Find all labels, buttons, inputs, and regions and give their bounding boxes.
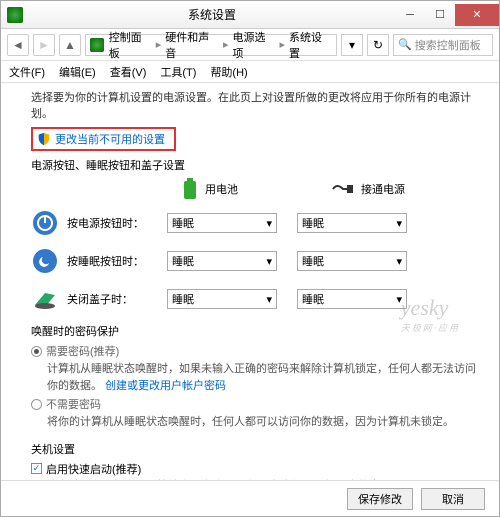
no-password-radio[interactable] <box>31 399 42 410</box>
chevron-right-icon: ▸ <box>280 38 286 51</box>
footer: 保存修改 取消 <box>1 480 499 516</box>
lid-icon <box>31 285 59 313</box>
cancel-button[interactable]: 取消 <box>421 488 485 510</box>
chevron-down-icon: ▾ <box>266 255 272 268</box>
no-password-desc: 将你的计算机从睡眠状态唤醒时，任何人都可以访问你的数据，因为计算机未锁定。 <box>47 414 481 431</box>
lid-label: 关闭盖子时： <box>67 291 167 307</box>
power-btn-plugged-select[interactable]: 睡眠▾ <box>297 213 407 233</box>
menu-tools[interactable]: 工具(T) <box>160 64 196 80</box>
search-placeholder: 搜索控制面板 <box>415 37 481 53</box>
minimize-button[interactable]: ─ <box>395 4 425 26</box>
window-title: 系统设置 <box>29 6 395 23</box>
change-unavailable-link[interactable]: 更改当前不可用的设置 <box>31 127 176 151</box>
lid-plugged-select[interactable]: 睡眠▾ <box>297 289 407 309</box>
require-password-radio[interactable] <box>31 346 42 357</box>
chevron-down-icon: ▾ <box>396 255 402 268</box>
back-button[interactable]: ◄ <box>7 34 29 56</box>
bc-root[interactable]: 控制面板 <box>109 29 152 61</box>
change-unavailable-label: 更改当前不可用的设置 <box>55 131 165 147</box>
chevron-down-icon: ▾ <box>396 293 402 306</box>
menu-view[interactable]: 查看(V) <box>110 64 147 80</box>
sleep-button-icon <box>31 247 59 275</box>
save-button[interactable]: 保存修改 <box>347 488 413 510</box>
sleep-button-label: 按睡眠按钮时： <box>67 253 167 269</box>
search-icon: 🔍 <box>398 38 412 51</box>
fastboot-label: 启用快速启动(推荐) <box>46 461 141 477</box>
intro-text: 选择要为你的计算机设置的电源设置。在此页上对设置所做的更改将应用于你所有的电源计… <box>31 89 481 121</box>
section-buttons-label: 电源按钮、睡眠按钮和盖子设置 <box>31 157 481 173</box>
plug-icon <box>331 180 355 198</box>
menu-help[interactable]: 帮助(H) <box>210 64 247 80</box>
menu-edit[interactable]: 编辑(E) <box>59 64 96 80</box>
bc-hardware[interactable]: 硬件和声音 <box>165 29 219 61</box>
chevron-down-icon: ▾ <box>266 293 272 306</box>
plugged-label: 接通电源 <box>361 181 405 197</box>
power-button-label: 按电源按钮时： <box>67 215 167 231</box>
shutdown-section-title: 关机设置 <box>31 441 481 457</box>
maximize-button[interactable]: ☐ <box>425 4 455 26</box>
shield-icon <box>37 132 51 146</box>
forward-button[interactable]: ► <box>33 34 55 56</box>
control-panel-icon <box>90 38 104 52</box>
battery-label: 用电池 <box>205 181 238 197</box>
chevron-right-icon: ▸ <box>156 38 162 51</box>
fastboot-checkbox[interactable] <box>31 463 42 474</box>
lid-battery-select[interactable]: 睡眠▾ <box>167 289 277 309</box>
app-icon <box>7 7 23 23</box>
chevron-down-icon: ▾ <box>396 217 402 230</box>
sleep-btn-battery-select[interactable]: 睡眠▾ <box>167 251 277 271</box>
battery-icon <box>181 177 199 201</box>
refresh-button[interactable]: ↻ <box>367 34 389 56</box>
chevron-right-icon: ▸ <box>223 38 229 51</box>
menu-file[interactable]: 文件(F) <box>9 64 45 80</box>
require-password-desc: 计算机从睡眠状态唤醒时，如果未输入正确的密码来解除计算机锁定，任何人都无法访问你… <box>47 361 481 394</box>
breadcrumb[interactable]: 控制面板 ▸ 硬件和声音 ▸ 电源选项 ▸ 系统设置 <box>85 34 337 56</box>
address-bar: ◄ ► ▲ 控制面板 ▸ 硬件和声音 ▸ 电源选项 ▸ 系统设置 ▾ ↻ 🔍 搜… <box>1 29 499 61</box>
require-password-label: 需要密码(推荐) <box>46 343 119 359</box>
sleep-btn-plugged-select[interactable]: 睡眠▾ <box>297 251 407 271</box>
bc-settings[interactable]: 系统设置 <box>289 29 332 61</box>
bc-power[interactable]: 电源选项 <box>233 29 276 61</box>
power-button-icon <box>31 209 59 237</box>
titlebar: 系统设置 ─ ☐ ✕ <box>1 1 499 29</box>
close-button[interactable]: ✕ <box>455 4 499 26</box>
content-area: 选择要为你的计算机设置的电源设置。在此页上对设置所做的更改将应用于你所有的电源计… <box>1 83 499 480</box>
search-input[interactable]: 🔍 搜索控制面板 <box>393 34 493 56</box>
dropdown-button[interactable]: ▾ <box>341 34 363 56</box>
no-password-label: 不需要密码 <box>46 396 101 412</box>
power-btn-battery-select[interactable]: 睡眠▾ <box>167 213 277 233</box>
create-password-link[interactable]: 创建或更改用户帐户密码 <box>105 380 226 392</box>
menu-bar: 文件(F) 编辑(E) 查看(V) 工具(T) 帮助(H) <box>1 61 499 83</box>
chevron-down-icon: ▾ <box>266 217 272 230</box>
up-button[interactable]: ▲ <box>59 34 81 56</box>
wake-section-title: 唤醒时的密码保护 <box>31 323 481 339</box>
